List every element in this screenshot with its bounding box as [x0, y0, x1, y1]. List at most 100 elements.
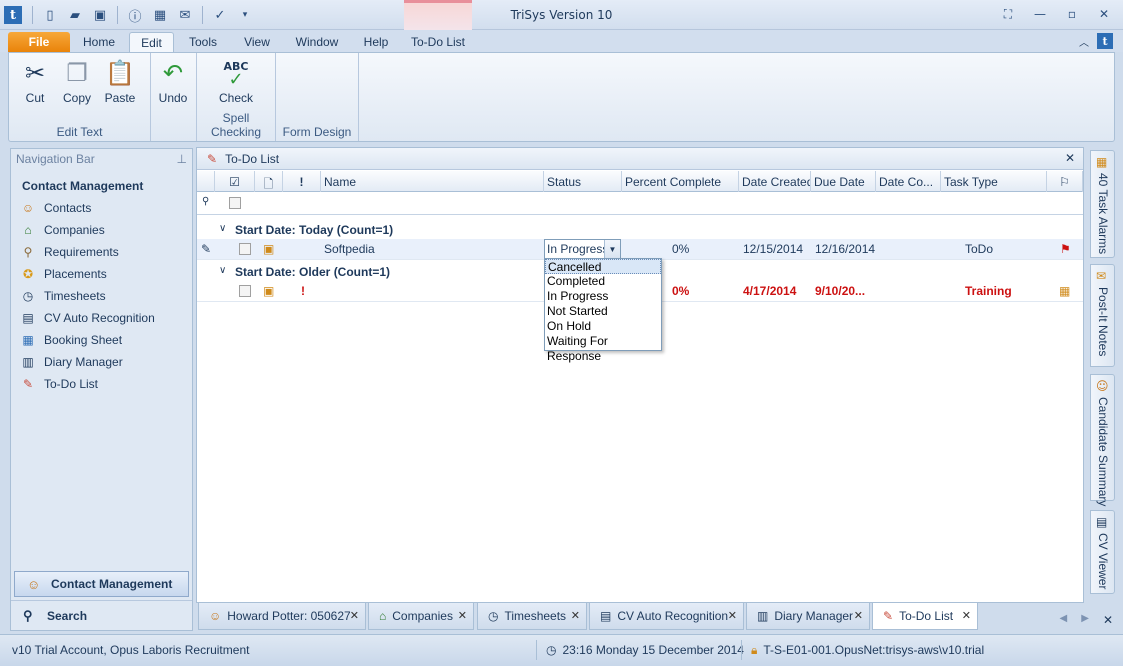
cell-percent[interactable]: 0% — [672, 284, 689, 298]
sidebar-item-diary-manager[interactable]: ▥ Diary Manager — [11, 351, 192, 373]
group-row-today[interactable]: ∨ Start Date: Today (Count=1) — [197, 220, 1083, 240]
nav-button-search[interactable]: ⚲ Search — [11, 600, 192, 630]
doc-tab-todo-list[interactable]: ✎ To-Do List ✕ — [872, 603, 978, 630]
status-account: v10 Trial Account, Opus Laboris Recruitm… — [12, 643, 250, 657]
tab-todo-list[interactable]: To-Do List — [404, 32, 472, 52]
status-dropdown[interactable]: In Progress ▼ — [544, 239, 621, 260]
red-flag-icon[interactable]: ⚑ — [1060, 242, 1071, 256]
maximize-icon[interactable]: ▫ — [1059, 4, 1085, 24]
status-dropdown-list: Cancelled Completed In Progress Not Star… — [544, 258, 662, 363]
tab-help[interactable]: Help — [354, 32, 398, 52]
chevron-down-icon[interactable]: ∨ — [219, 223, 226, 234]
check-button[interactable]: ABC ✓ Check — [216, 57, 256, 106]
cell-date-created[interactable]: 12/15/2014 — [743, 242, 803, 256]
cell-due-date[interactable]: 9/10/20... — [815, 284, 865, 298]
sidebar-item-cv-auto-recognition[interactable]: ▤ CV Auto Recognition — [11, 307, 192, 329]
cell-percent[interactable]: 0% — [672, 242, 689, 256]
side-tab-cv-viewer[interactable]: ▤ CV Viewer — [1090, 510, 1115, 594]
status-option-not-started[interactable]: Not Started — [545, 304, 661, 319]
tab-tools[interactable]: Tools — [180, 32, 226, 52]
tab-scroll-right-icon[interactable]: ▶ — [1081, 613, 1089, 627]
chevron-down-icon[interactable]: ▼ — [604, 240, 620, 259]
sidebar-item-timesheets[interactable]: ◷ Timesheets — [11, 285, 192, 307]
help-icon[interactable]: t — [1097, 33, 1113, 49]
column-header-due-date[interactable]: Due Date — [811, 171, 876, 192]
status-bar: v10 Trial Account, Opus Laboris Recruitm… — [0, 634, 1123, 666]
side-tab-post-it-notes[interactable]: ✉ Post-It Notes — [1090, 264, 1115, 367]
tab-window[interactable]: Window — [288, 32, 346, 52]
close-tab-icon[interactable]: ✕ — [350, 609, 359, 622]
doc-tab-timesheets[interactable]: ◷ Timesheets ✕ — [477, 603, 587, 630]
doc-tab-companies[interactable]: ⌂ Companies ✕ — [368, 603, 474, 630]
sidebar-item-placements[interactable]: ✪ Placements — [11, 263, 192, 285]
side-tab-task-alarms[interactable]: ▦ 40 Task Alarms — [1090, 150, 1115, 258]
column-header-date-completed[interactable]: Date Co... — [876, 171, 941, 192]
column-header-task-type[interactable]: Task Type — [941, 171, 1047, 192]
tab-home[interactable]: Home — [76, 32, 122, 52]
status-option-in-progress[interactable]: In Progress — [545, 289, 661, 304]
flag-column-header[interactable]: ⚐ — [1047, 171, 1083, 192]
copy-button[interactable]: ❐ Copy — [57, 57, 97, 105]
checkbox-column-header[interactable]: ☑ — [215, 171, 255, 192]
side-tab-candidate-summary[interactable]: ☺ Candidate Summary — [1090, 374, 1115, 506]
group-form-design-label: Form Design — [282, 125, 352, 139]
doc-tab-diary-manager[interactable]: ▥ Diary Manager ✕ — [746, 603, 870, 630]
close-tab-icon[interactable]: ✕ — [458, 609, 467, 622]
doc-tab-cv-auto-recognition[interactable]: ▤ CV Auto Recognition ✕ — [589, 603, 744, 630]
undo-button[interactable]: ↶ Undo — [153, 57, 193, 105]
close-all-tabs-icon[interactable]: ✕ — [1103, 613, 1113, 627]
sidebar-item-requirements[interactable]: ⚲ Requirements — [11, 241, 192, 263]
status-option-completed[interactable]: Completed — [545, 274, 661, 289]
cell-name[interactable]: Softpedia — [324, 242, 375, 256]
todo-icon: ✎ — [207, 151, 218, 166]
close-icon[interactable]: ✕ — [1091, 4, 1117, 24]
sidebar-item-label: Companies — [44, 223, 105, 237]
pin-icon[interactable]: ⊥ — [177, 152, 187, 166]
copy-icon: ❐ — [66, 59, 88, 87]
sidebar-item-booking-sheet[interactable]: ▦ Booking Sheet — [11, 329, 192, 351]
tab-edit[interactable]: Edit — [129, 32, 174, 52]
column-header-date-created[interactable]: Date Created — [739, 171, 811, 192]
nav-button-contact-management[interactable]: ☺ Contact Management — [14, 571, 189, 597]
close-tab-icon[interactable]: ✕ — [962, 609, 971, 622]
doc-tab-howard-potter[interactable]: ☺ Howard Potter: 050627 ✕ — [198, 603, 366, 630]
side-tab-label: Candidate Summary — [1096, 397, 1110, 507]
close-tab-icon[interactable]: ✕ — [854, 609, 863, 622]
cut-button[interactable]: ✂ Cut — [15, 57, 55, 105]
document-column-header[interactable]: 🗋 — [255, 171, 283, 192]
sidebar-item-companies[interactable]: ⌂ Companies — [11, 219, 192, 241]
cell-task-type[interactable]: ToDo — [965, 242, 993, 256]
column-header-percent-complete[interactable]: Percent Complete — [622, 171, 739, 192]
flag-icon: ⚐ — [1059, 175, 1070, 189]
status-option-on-hold[interactable]: On Hold — [545, 319, 661, 334]
priority-column-header[interactable]: ! — [283, 171, 321, 192]
status-clock: ◷ 23:16 Monday 15 December 2014 — [540, 641, 750, 661]
collapse-ribbon-icon[interactable]: ︿ — [1079, 34, 1089, 49]
paste-button[interactable]: 📋 Paste — [100, 57, 140, 105]
todo-icon: ✎ — [883, 609, 894, 623]
table-row[interactable]: ✎ ▣ Softpedia In Progress ▼ 0% 12/15/201… — [197, 239, 1083, 260]
status-option-waiting-for-response[interactable]: Waiting For Response — [545, 334, 661, 363]
row-checkbox[interactable] — [239, 243, 251, 255]
tab-file[interactable]: File — [8, 32, 70, 52]
close-tab-icon[interactable]: ✕ — [571, 609, 580, 622]
tab-scroll-left-icon[interactable]: ◀ — [1060, 613, 1068, 627]
cell-due-date[interactable]: 12/16/2014 — [815, 242, 875, 256]
cell-date-created[interactable]: 4/17/2014 — [743, 284, 796, 298]
alarm-calendar-icon[interactable]: ▦ — [1059, 284, 1070, 298]
column-header-status[interactable]: Status — [544, 171, 622, 192]
chevron-down-icon[interactable]: ∨ — [219, 265, 226, 276]
status-option-cancelled[interactable]: Cancelled — [545, 259, 661, 274]
filter-checkbox[interactable] — [229, 197, 241, 209]
close-panel-icon[interactable]: ✕ — [1065, 151, 1075, 165]
sidebar-item-todo-list[interactable]: ✎ To-Do List — [11, 373, 192, 395]
minimize-icon[interactable]: — — [1027, 4, 1053, 24]
doc-tab-label: Timesheets — [504, 609, 567, 623]
tab-view[interactable]: View — [234, 32, 280, 52]
sidebar-item-contacts[interactable]: ☺ Contacts — [11, 197, 192, 219]
fullscreen-icon[interactable]: ⛶ — [995, 4, 1021, 24]
row-checkbox[interactable] — [239, 285, 251, 297]
column-header-name[interactable]: Name — [321, 171, 544, 192]
close-tab-icon[interactable]: ✕ — [728, 609, 737, 622]
cell-task-type[interactable]: Training — [965, 284, 1012, 298]
